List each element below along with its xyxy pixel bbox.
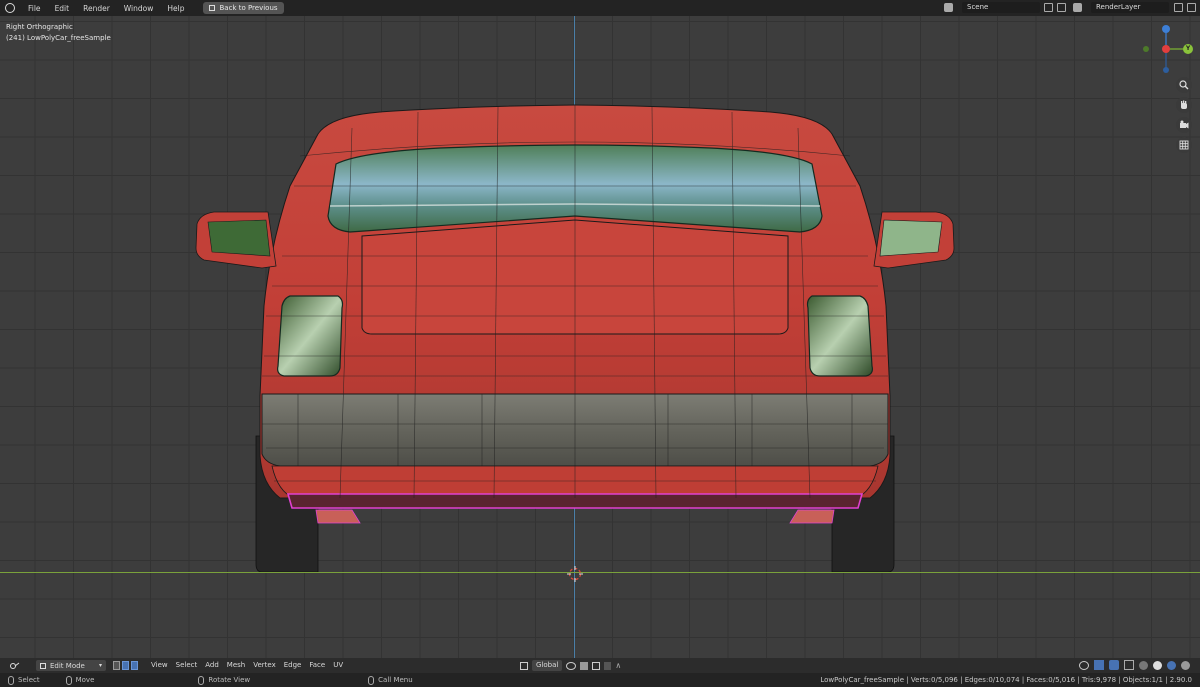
header-menu-add[interactable]: Add (201, 660, 223, 671)
overlay-toggle-icon[interactable] (1109, 660, 1119, 670)
viewport-header: Edit Mode ▾ View Select Add Mesh Vertex … (0, 658, 1200, 673)
viewport-info: Right Orthographic (241) LowPolyCar_free… (6, 22, 111, 44)
right-tail-light[interactable] (806, 295, 873, 377)
header-menu-select[interactable]: Select (172, 660, 202, 671)
transform-controls: Global ∧ (520, 660, 621, 671)
car-mesh[interactable] (0, 16, 1200, 658)
right-mirror-glass (879, 219, 943, 257)
gizmo-toggle-icon[interactable] (1094, 660, 1104, 670)
shading-controls (1079, 660, 1190, 670)
blender-logo-icon[interactable] (5, 3, 15, 13)
gizmo-neg-y-axis[interactable] (1143, 46, 1149, 52)
chevron-down-icon: ▾ (98, 662, 102, 669)
menu-render[interactable]: Render (76, 4, 117, 13)
mouse-left-drag-icon (65, 675, 72, 685)
status-call-menu: Call Menu (368, 675, 413, 685)
zoom-icon[interactable] (1176, 77, 1192, 93)
scene-selector-icon[interactable] (944, 3, 953, 12)
status-move: Move (65, 675, 95, 685)
left-tail-light[interactable] (277, 295, 344, 377)
visibility-icon[interactable] (1079, 660, 1089, 670)
pan-hand-icon[interactable] (1176, 97, 1192, 113)
header-menu-uv[interactable]: UV (329, 660, 347, 671)
gizmo-neg-z-axis[interactable] (1163, 67, 1169, 73)
status-select-label: Select (18, 676, 40, 684)
render-layer-field[interactable]: RenderLayer (1091, 2, 1169, 13)
header-menu-mesh[interactable]: Mesh (223, 660, 249, 671)
scene-name-field[interactable]: Scene (962, 2, 1040, 13)
pivot-point-icon[interactable] (566, 661, 577, 670)
editor-type-icon[interactable] (6, 660, 26, 671)
back-to-previous-label: Back to Previous (219, 4, 278, 12)
mouse-middle-icon (198, 675, 205, 685)
y-axis-line (0, 572, 1200, 573)
right-exhaust (789, 509, 835, 524)
scene-statistics: LowPolyCar_freeSample | Verts:0/5,096 | … (820, 676, 1192, 684)
new-scene-icon[interactable] (1044, 3, 1053, 12)
transform-orientation-icon[interactable] (520, 661, 528, 670)
status-rotate-label: Rotate View (208, 676, 251, 684)
3d-cursor-icon[interactable] (567, 566, 583, 582)
wireframe-shading-icon[interactable] (1139, 660, 1148, 670)
rendered-shading-icon[interactable] (1181, 660, 1190, 670)
menu-edit[interactable]: Edit (48, 4, 77, 13)
new-render-layer-icon[interactable] (1174, 3, 1183, 12)
mode-selector[interactable]: Edit Mode ▾ (36, 660, 106, 671)
left-mirror-glass (207, 219, 271, 257)
view-name: Right Orthographic (6, 23, 73, 31)
header-menu-vertex[interactable]: Vertex (249, 660, 280, 671)
status-select: Select (8, 675, 40, 685)
mode-label: Edit Mode (50, 661, 85, 670)
status-call-menu-label: Call Menu (378, 676, 413, 684)
back-to-previous-button[interactable]: Back to Previous (203, 2, 284, 14)
render-layer-selector-icon[interactable] (1073, 3, 1082, 12)
camera-view-icon[interactable] (1176, 117, 1192, 133)
status-rotate: Rotate View (198, 675, 251, 685)
3d-viewport[interactable]: Right Orthographic (241) LowPolyCar_free… (0, 16, 1200, 658)
edit-mode-icon (40, 662, 46, 669)
delete-render-layer-icon[interactable] (1187, 3, 1196, 12)
mouse-right-icon (368, 675, 375, 685)
gizmo-y-label: Y (1185, 45, 1191, 52)
top-bar: File Edit Render Window Help Back to Pre… (0, 0, 1200, 16)
mouse-left-icon (8, 675, 14, 685)
select-mode-group (112, 661, 139, 670)
gizmo-x-axis[interactable] (1162, 45, 1170, 53)
delete-scene-icon[interactable] (1057, 3, 1066, 12)
material-preview-icon[interactable] (1167, 660, 1176, 670)
xray-toggle-icon[interactable] (1124, 660, 1134, 670)
face-select-icon[interactable] (131, 661, 138, 670)
gizmo-z-axis[interactable] (1162, 25, 1170, 33)
snap-icon[interactable] (580, 661, 589, 670)
falloff-icon[interactable]: ∧ (615, 661, 621, 670)
fullscreen-exit-icon (209, 5, 216, 11)
header-menu-edge[interactable]: Edge (280, 660, 306, 671)
edge-select-icon[interactable] (122, 661, 129, 670)
menu-help[interactable]: Help (160, 4, 191, 13)
left-exhaust (315, 509, 361, 524)
orthographic-toggle-icon[interactable] (1176, 137, 1192, 153)
proportional-edit-icon[interactable] (604, 661, 612, 670)
menu-file[interactable]: File (21, 4, 48, 13)
transform-orientation-select[interactable]: Global (532, 660, 563, 671)
vertex-select-icon[interactable] (113, 661, 120, 670)
snap-target-icon[interactable] (592, 661, 601, 670)
menu-window[interactable]: Window (117, 4, 161, 13)
header-menu-view[interactable]: View (147, 660, 172, 671)
status-bar: Select Move Rotate View Call Menu LowPol… (0, 673, 1200, 687)
status-move-label: Move (75, 676, 95, 684)
header-menu-face[interactable]: Face (305, 660, 329, 671)
gizmo-y-axis[interactable]: Y (1183, 44, 1193, 54)
object-label: (241) LowPolyCar_freeSample (6, 34, 111, 42)
solid-shading-icon[interactable] (1153, 660, 1162, 670)
